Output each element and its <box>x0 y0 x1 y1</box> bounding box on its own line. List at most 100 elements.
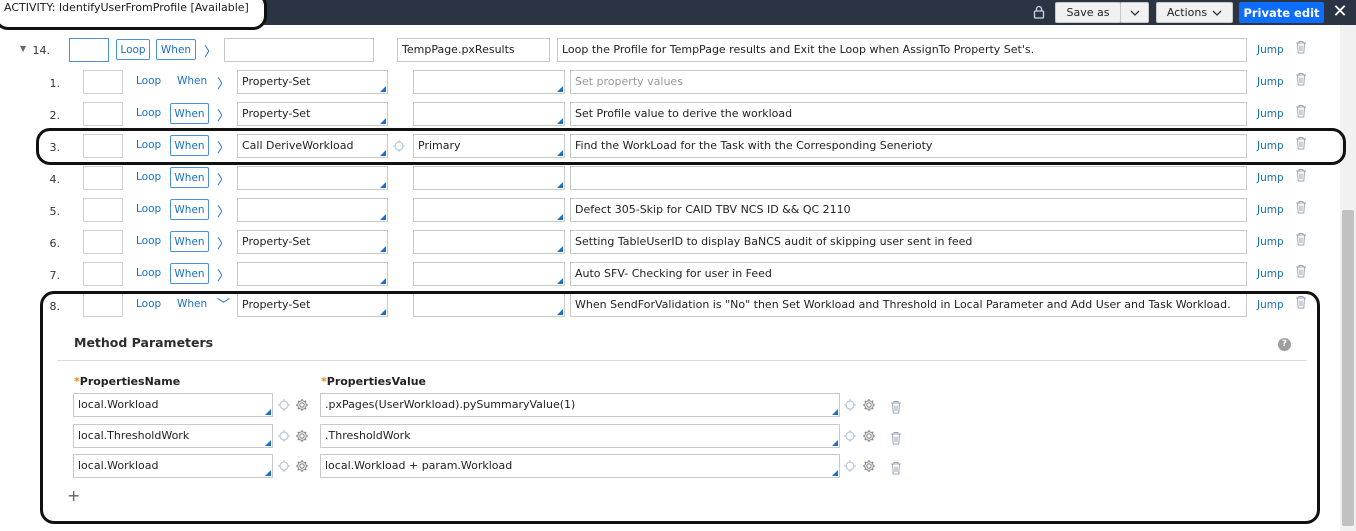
method-field[interactable] <box>237 262 388 286</box>
jump-link[interactable]: Jump <box>1257 236 1284 248</box>
description-field[interactable] <box>570 166 1247 190</box>
trash-icon[interactable] <box>1295 232 1307 249</box>
loop-button[interactable]: Loop <box>116 39 150 60</box>
chevron-right-icon[interactable]: 〉 <box>217 73 230 92</box>
gear-icon[interactable] <box>862 429 876 446</box>
scrollbar-thumb[interactable] <box>1342 210 1354 526</box>
chevron-right-icon[interactable]: 〉 <box>217 169 230 188</box>
target-icon[interactable] <box>843 459 857 476</box>
loop-link[interactable]: Loop <box>136 267 161 279</box>
method-field[interactable]: Property-Set <box>237 102 388 126</box>
trash-icon[interactable] <box>1295 40 1307 57</box>
method-field[interactable] <box>224 38 374 62</box>
description-field[interactable]: Defect 305-Skip for CAID TBV NCS ID && Q… <box>570 198 1247 222</box>
loop-link[interactable]: Loop <box>136 171 161 183</box>
lock-icon[interactable] <box>1033 5 1045 19</box>
step-page-field[interactable]: TempPage.pxResults <box>397 38 550 62</box>
when-button[interactable]: When <box>170 263 209 284</box>
chevron-right-icon[interactable]: 〉 <box>217 233 230 252</box>
chevron-right-icon[interactable]: 〉 <box>217 201 230 220</box>
gear-icon[interactable] <box>295 459 309 476</box>
description-field[interactable]: Setting TableUserID to display BaNCS aud… <box>570 230 1247 254</box>
private-edit-button[interactable]: Private edit <box>1239 2 1324 23</box>
step-label-box[interactable] <box>83 166 123 190</box>
dropdown-corner <box>265 470 271 476</box>
when-button[interactable]: When <box>170 231 209 252</box>
when-button[interactable]: When <box>170 167 209 188</box>
trash-icon[interactable] <box>1295 264 1307 281</box>
gear-icon[interactable] <box>862 398 876 415</box>
plus-icon[interactable]: + <box>67 486 80 505</box>
trash-icon[interactable] <box>1295 104 1307 121</box>
property-value-field[interactable]: .ThresholdWork <box>320 424 840 448</box>
step-label-box[interactable] <box>83 262 123 286</box>
jump-link[interactable]: Jump <box>1257 44 1284 56</box>
method-field[interactable] <box>237 166 388 190</box>
gear-icon[interactable] <box>295 429 309 446</box>
chevron-right-icon[interactable]: 〉 <box>204 41 217 60</box>
step-label-box[interactable] <box>83 70 123 94</box>
divider <box>57 360 1307 361</box>
step-page-field[interactable] <box>413 262 565 286</box>
trash-icon[interactable] <box>890 400 902 417</box>
save-as-button[interactable]: Save as <box>1055 2 1121 23</box>
jump-link[interactable]: Jump <box>1257 204 1284 216</box>
method-field[interactable]: Property-Set <box>237 230 388 254</box>
when-button[interactable]: When <box>170 103 209 124</box>
loop-link[interactable]: Loop <box>136 235 161 247</box>
method-field[interactable] <box>237 198 388 222</box>
target-icon[interactable] <box>843 398 857 415</box>
method-field[interactable]: Property-Set <box>237 70 388 94</box>
step-label-box[interactable] <box>83 102 123 126</box>
trash-icon[interactable] <box>1295 72 1307 89</box>
trash-icon[interactable] <box>1295 200 1307 217</box>
save-as-dropdown-button[interactable] <box>1120 2 1149 23</box>
description-field[interactable]: Auto SFV- Checking for user in Feed <box>570 262 1247 286</box>
step-page-field[interactable] <box>413 230 565 254</box>
jump-link[interactable]: Jump <box>1257 76 1284 88</box>
chevron-down-icon <box>1212 10 1222 16</box>
title-highlight-oval: ACTIVITY: IdentifyUserFromProfile [Avail… <box>0 0 267 30</box>
jump-link[interactable]: Jump <box>1257 268 1284 280</box>
jump-link[interactable]: Jump <box>1257 108 1284 120</box>
when-button[interactable]: When <box>156 39 196 60</box>
gear-icon[interactable] <box>295 398 309 415</box>
when-link[interactable]: When <box>177 75 207 87</box>
property-name-field[interactable]: local.Workload <box>73 454 273 478</box>
step-number: 7. <box>49 269 61 282</box>
loop-link[interactable]: Loop <box>136 75 161 87</box>
description-field[interactable]: Loop the Profile for TempPage results an… <box>557 38 1247 62</box>
description-field[interactable]: Set Profile value to derive the workload <box>570 102 1247 126</box>
chevron-right-icon[interactable]: 〉 <box>217 265 230 284</box>
description-text: Auto SFV- Checking for user in Feed <box>575 267 772 280</box>
step-label-box[interactable] <box>83 230 123 254</box>
close-icon[interactable]: ✕ <box>1330 1 1350 23</box>
gear-icon[interactable] <box>862 459 876 476</box>
step-number: 6. <box>49 237 61 250</box>
step-page-field[interactable] <box>413 198 565 222</box>
property-name-field[interactable]: local.Workload <box>73 393 273 417</box>
step-label-box[interactable] <box>69 38 109 62</box>
trash-icon[interactable] <box>1295 168 1307 185</box>
step-page-field[interactable] <box>413 70 565 94</box>
loop-link[interactable]: Loop <box>136 107 161 119</box>
description-field[interactable]: Set property values <box>570 70 1247 94</box>
target-icon[interactable] <box>277 429 291 446</box>
step-page-field[interactable] <box>413 166 565 190</box>
target-icon[interactable] <box>277 459 291 476</box>
actions-button[interactable]: Actions <box>1156 2 1233 23</box>
jump-link[interactable]: Jump <box>1257 172 1284 184</box>
trash-icon[interactable] <box>890 431 902 448</box>
trash-icon[interactable] <box>890 461 902 478</box>
step-label-box[interactable] <box>83 198 123 222</box>
help-icon[interactable]: ? <box>1278 338 1291 351</box>
chevron-right-icon[interactable]: 〉 <box>217 105 230 124</box>
when-button[interactable]: When <box>170 199 209 220</box>
property-value-field[interactable]: .pxPages(UserWorkload).pySummaryValue(1) <box>320 393 840 417</box>
target-icon[interactable] <box>843 429 857 446</box>
property-name-field[interactable]: local.ThresholdWork <box>73 424 273 448</box>
loop-link[interactable]: Loop <box>136 203 161 215</box>
step-page-field[interactable] <box>413 102 565 126</box>
property-value-field[interactable]: local.Workload + param.Workload <box>320 454 840 478</box>
target-icon[interactable] <box>277 398 291 415</box>
